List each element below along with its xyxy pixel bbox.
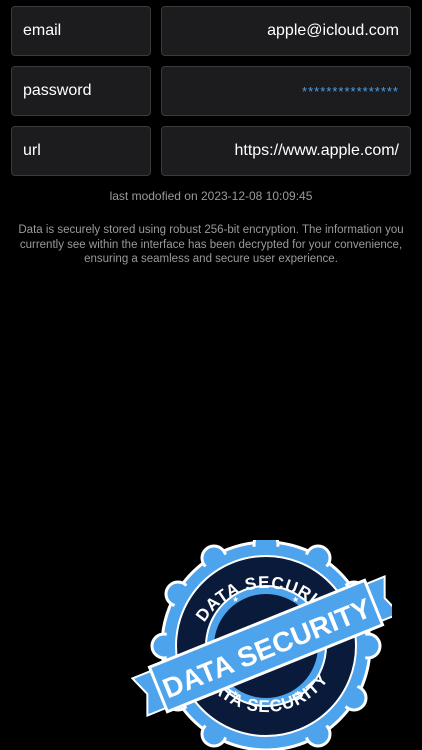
- data-security-stamp-icon: DATA SECURITY DATA SECURITY ★ ★ ★ ★ DATA…: [130, 540, 392, 750]
- email-field[interactable]: apple@icloud.com: [161, 6, 411, 56]
- security-note: Data is securely stored using robust 256…: [18, 224, 404, 265]
- email-row: email apple@icloud.com: [11, 6, 411, 56]
- url-field[interactable]: https://www.apple.com/: [161, 126, 411, 176]
- password-field[interactable]: ****************: [161, 66, 411, 116]
- last-modified-text: last modofied on 2023-12-08 10:09:45: [109, 189, 313, 203]
- email-label: email: [11, 6, 151, 56]
- svg-text:★: ★: [292, 595, 299, 604]
- svg-text:★: ★: [294, 689, 301, 698]
- password-row: password ****************: [11, 66, 411, 116]
- password-label: password: [11, 66, 151, 116]
- svg-text:★: ★: [232, 689, 239, 698]
- svg-text:★: ★: [232, 595, 239, 604]
- url-row: url https://www.apple.com/: [11, 126, 411, 176]
- url-label: url: [11, 126, 151, 176]
